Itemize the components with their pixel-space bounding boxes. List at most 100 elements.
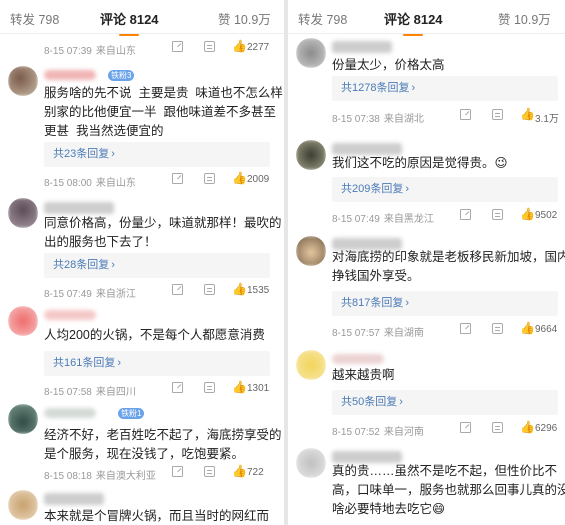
comment-text: 同意价格高，份量少，味道就那样！最吹的 出的服务也下去了！ <box>44 216 282 249</box>
tab-likes[interactable]: 赞 10.9万 <box>498 9 551 28</box>
comment-icon[interactable] <box>204 382 215 393</box>
replies-label: 共1278条回复 <box>341 82 410 94</box>
tab-comments[interactable]: 评论 8124 <box>384 9 443 36</box>
view-replies-button[interactable]: 共817条回复 › <box>332 291 558 316</box>
fan-badge: 铁粉3 <box>108 70 135 81</box>
username-blurred[interactable] <box>44 70 96 80</box>
like-count: 2277 <box>247 42 270 53</box>
comment-time: 8-15 08:00 <box>44 178 92 189</box>
like-count: 2009 <box>247 174 270 185</box>
share-icon[interactable] <box>172 41 183 52</box>
comment-time: 8-15 07:38 <box>332 114 380 125</box>
avatar[interactable] <box>296 38 326 68</box>
comment-icon[interactable] <box>204 284 215 295</box>
comment-meta: 8-15 07:58 来自四川 <box>44 383 136 398</box>
username-blurred[interactable] <box>332 41 392 53</box>
like-count: 3.1万 <box>535 114 559 125</box>
tab-likes[interactable]: 赞 10.9万 <box>218 9 271 28</box>
comment-location: 来自山东 <box>95 178 136 189</box>
avatar[interactable] <box>8 306 38 336</box>
share-icon[interactable] <box>460 422 471 433</box>
tab-bar: 转发 798 评论 8124 赞 10.9万 <box>0 0 284 36</box>
comment-text: 我们这不吃的原因是觉得贵。😉 <box>332 156 508 170</box>
fan-badge: 铁粉1 <box>118 408 145 419</box>
comment-icon[interactable] <box>204 466 215 477</box>
chevron-right-icon: › <box>411 82 416 94</box>
view-replies-button[interactable]: 共23条回复 › <box>44 142 270 167</box>
username-blurred[interactable] <box>332 354 384 364</box>
avatar[interactable] <box>296 140 326 170</box>
comment-location: 来自山东 <box>95 46 136 57</box>
comment-icon[interactable] <box>204 173 215 184</box>
thumb-up-icon[interactable]: 👍 <box>232 465 247 477</box>
comment-icon[interactable] <box>492 109 503 120</box>
tab-repost[interactable]: 转发 798 <box>298 9 347 28</box>
comment-text: 份量太少，价格太高 <box>332 58 445 72</box>
thumb-up-icon[interactable]: 👍 <box>520 108 535 120</box>
replies-label: 共50条回复 <box>341 396 398 408</box>
replies-label: 共23条回复 <box>53 148 110 160</box>
comment-icon[interactable] <box>492 422 503 433</box>
comment-time: 8-15 07:52 <box>332 427 380 438</box>
replies-label: 共28条回复 <box>53 259 110 271</box>
username-blurred[interactable] <box>44 408 96 418</box>
view-replies-button[interactable]: 共209条回复 › <box>332 177 558 202</box>
comment-time: 8-15 07:57 <box>332 328 380 339</box>
chevron-right-icon: › <box>117 357 122 369</box>
share-icon[interactable] <box>172 466 183 477</box>
thumb-up-icon[interactable]: 👍 <box>520 322 535 334</box>
avatar[interactable] <box>296 448 326 478</box>
avatar[interactable] <box>8 404 38 434</box>
username-blurred[interactable] <box>44 310 96 320</box>
chevron-right-icon: › <box>405 297 410 309</box>
comment-meta: 8-15 07:49 来自浙江 <box>44 285 136 300</box>
tab-comments-label: 评论 8124 <box>100 12 159 27</box>
avatar[interactable] <box>296 236 326 266</box>
avatar[interactable] <box>8 490 38 520</box>
tab-comments[interactable]: 评论 8124 <box>100 9 159 36</box>
view-replies-button[interactable]: 共161条回复 › <box>44 351 270 376</box>
chevron-right-icon: › <box>399 396 403 408</box>
share-icon[interactable] <box>460 109 471 120</box>
like-count: 1535 <box>247 285 270 296</box>
thumb-up-icon[interactable]: 👍 <box>232 40 247 52</box>
share-icon[interactable] <box>172 382 183 393</box>
avatar[interactable] <box>8 66 38 96</box>
replies-label: 共209条回复 <box>341 183 404 195</box>
comment-time: 8-15 07:49 <box>332 214 380 225</box>
comment-meta: 8-15 07:39 来自山东 <box>44 42 136 57</box>
share-icon[interactable] <box>172 284 183 295</box>
thumb-up-icon[interactable]: 👍 <box>232 381 247 393</box>
avatar[interactable] <box>8 198 38 228</box>
chevron-right-icon: › <box>111 259 115 271</box>
comment-time: 8-15 07:58 <box>44 387 92 398</box>
thumb-up-icon[interactable]: 👍 <box>520 421 535 433</box>
comment-location: 来自四川 <box>95 387 136 398</box>
thumb-up-icon[interactable]: 👍 <box>232 283 247 295</box>
username-blurred[interactable] <box>44 493 104 505</box>
avatar[interactable] <box>296 350 326 380</box>
view-replies-button[interactable]: 共50条回复 › <box>332 390 558 415</box>
thumb-up-icon[interactable]: 👍 <box>520 208 535 220</box>
comment-text: 真的贵……虽然不是吃不起，但性价比不 高，口味单一，服务也就那么回事儿真的没 啥… <box>332 464 565 516</box>
replies-label: 共161条回复 <box>53 357 116 369</box>
share-icon[interactable] <box>172 173 183 184</box>
view-replies-button[interactable]: 共28条回复 › <box>44 253 270 278</box>
thumb-up-icon[interactable]: 👍 <box>232 172 247 184</box>
tab-bar: 转发 798 评论 8124 赞 10.9万 <box>288 0 565 36</box>
comment-meta: 8-15 07:38 来自湖北 <box>332 110 424 125</box>
view-replies-button[interactable]: 共1278条回复 › <box>332 76 558 101</box>
tab-repost[interactable]: 转发 798 <box>10 9 59 28</box>
share-icon[interactable] <box>460 323 471 334</box>
chevron-right-icon: › <box>111 148 115 160</box>
left-screenshot-panel: 转发 798 评论 8124 赞 10.9万 8-15 07:39 来自山东 👍 … <box>0 0 284 525</box>
username-blurred[interactable] <box>44 202 114 214</box>
tab-active-indicator <box>119 34 140 36</box>
share-icon[interactable] <box>460 209 471 220</box>
comment-icon[interactable] <box>204 41 215 52</box>
comment-icon[interactable] <box>492 209 503 220</box>
right-screenshot-panel: 转发 798 评论 8124 赞 10.9万 份量太少，价格太高 共1278条回… <box>288 0 565 525</box>
comment-meta: 8-15 07:57 来自湖南 <box>332 324 424 339</box>
comment-text: 越来越贵啊 <box>332 368 395 382</box>
comment-icon[interactable] <box>492 323 503 334</box>
